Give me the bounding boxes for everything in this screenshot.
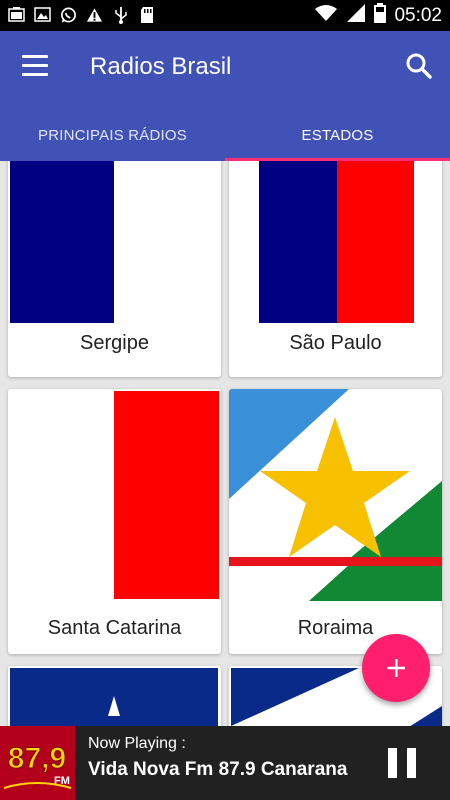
add-fab-button[interactable] (362, 634, 430, 702)
state-card-partial-left[interactable] (8, 666, 221, 726)
tab-label: ESTADOS (301, 126, 374, 144)
now-playing-label: Now Playing : (88, 735, 186, 752)
flag-sao-paulo (229, 161, 442, 323)
tab-bar: PRINCIPAIS RÁDIOS ESTADOS (0, 109, 450, 161)
battery-icon (374, 3, 387, 28)
logo-text: 87,9 (8, 742, 66, 775)
flag-roraima (229, 389, 442, 601)
tab-principais-radios[interactable]: PRINCIPAIS RÁDIOS (0, 109, 225, 161)
now-playing-bar[interactable]: 87,9 FM Now Playing : Vida Nova Fm 87.9 … (0, 726, 450, 800)
notification-icons (8, 6, 155, 24)
tab-label: PRINCIPAIS RÁDIOS (38, 126, 187, 144)
system-icons: 05:02 (314, 0, 442, 31)
warning-icon (86, 6, 103, 23)
state-card-santa-catarina[interactable]: Santa Catarina (8, 389, 221, 654)
search-icon[interactable] (404, 51, 434, 81)
flag-santa-catarina (8, 389, 221, 601)
station-name: Vida Nova Fm 87.9 Canarana (88, 759, 348, 780)
signal-icon (346, 3, 366, 28)
flag-sergipe (8, 161, 221, 323)
state-card-roraima[interactable]: Roraima (229, 389, 442, 654)
hamburger-menu-icon[interactable] (22, 55, 48, 77)
state-card-sao-paulo[interactable]: São Paulo (229, 161, 442, 377)
tab-estados[interactable]: ESTADOS (225, 109, 450, 161)
app-bar: Radios Brasil PRINCIPAIS RÁDIOS ESTADOS (0, 31, 450, 161)
plus-icon (387, 659, 405, 677)
sd-card-icon (138, 6, 155, 23)
station-logo: 87,9 FM (0, 726, 75, 800)
app-title: Radios Brasil (90, 53, 232, 80)
state-name: São Paulo (289, 332, 382, 354)
status-bar: 05:02 (0, 0, 450, 31)
state-card-sergipe[interactable]: Sergipe (8, 161, 221, 377)
clock: 05:02 (394, 4, 442, 26)
wifi-icon (314, 4, 338, 27)
usb-icon (112, 6, 129, 24)
state-name: Santa Catarina (47, 617, 182, 639)
whatsapp-icon (60, 6, 77, 23)
flag-partial-left (8, 666, 221, 726)
pause-icon[interactable] (388, 748, 416, 778)
photo-icon (8, 6, 25, 23)
state-name: Sergipe (80, 332, 149, 354)
image-icon (34, 6, 51, 23)
